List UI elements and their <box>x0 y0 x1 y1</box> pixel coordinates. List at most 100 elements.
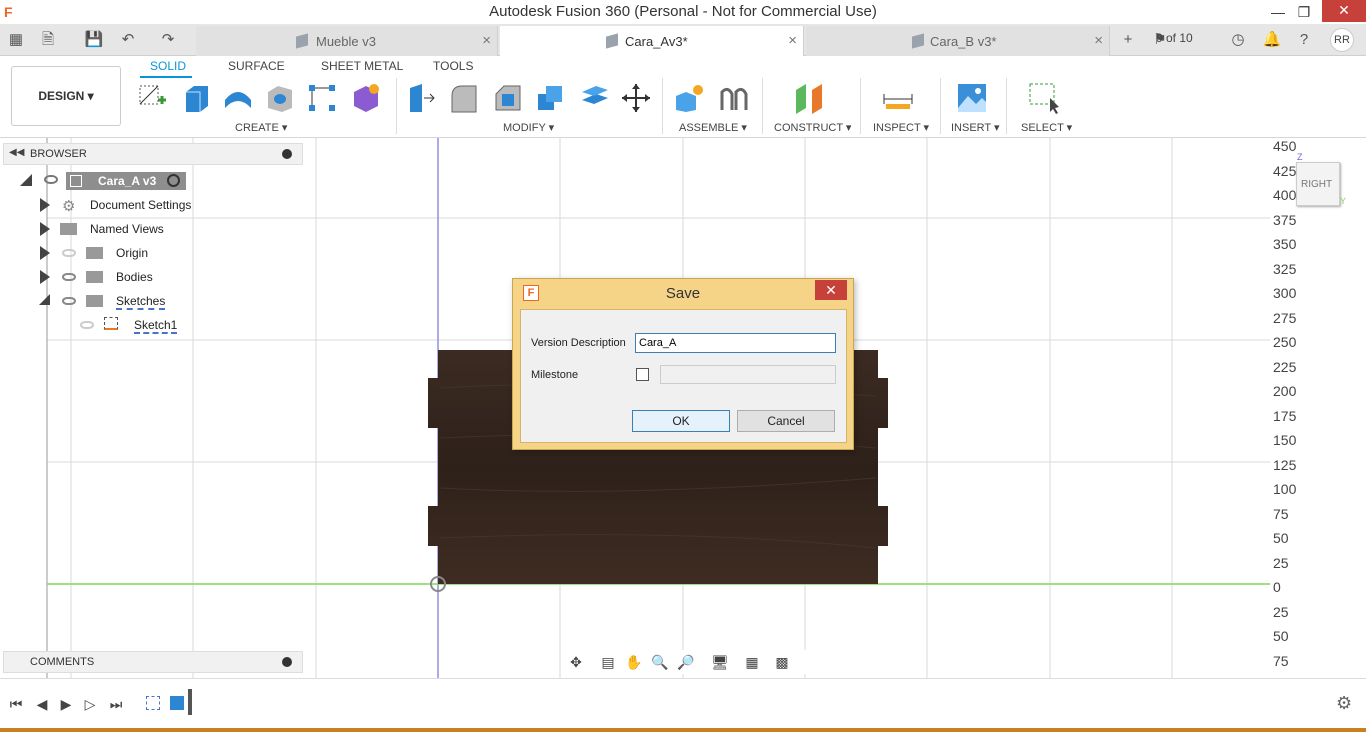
grid-settings-icon[interactable]: ▦ <box>742 653 762 671</box>
revolve-icon[interactable] <box>222 82 254 114</box>
tree-item-bodies[interactable]: Bodies <box>38 267 198 287</box>
tree-item-sketches[interactable]: Sketches <box>38 291 198 311</box>
viewports-icon[interactable]: ▩ <box>772 653 792 671</box>
offset-face-icon[interactable] <box>578 82 610 114</box>
hole-icon[interactable] <box>264 82 296 114</box>
combine-icon[interactable] <box>534 82 566 114</box>
orbit-icon[interactable]: ✥ <box>566 653 586 671</box>
expand-triangle-icon[interactable] <box>40 270 50 284</box>
milestone-checkbox[interactable] <box>636 368 649 381</box>
tree-item-document-settings[interactable]: ⚙ Document Settings <box>38 195 198 215</box>
pattern-icon[interactable] <box>306 82 338 114</box>
tab-sheet-metal[interactable]: SHEET METAL <box>321 59 403 73</box>
modify-group-label[interactable]: MODIFY ▾ <box>503 121 554 134</box>
timeline-settings-gear-icon[interactable]: ⚙ <box>1336 693 1352 714</box>
expand-triangle-icon[interactable] <box>40 198 50 212</box>
tree-item-sketch1[interactable]: Sketch1 <box>72 315 192 335</box>
fit-zoom-icon[interactable]: 🔎 <box>676 653 696 671</box>
timeline-sketch-icon[interactable] <box>146 696 160 710</box>
fillet-icon[interactable] <box>448 82 480 114</box>
step-forward-icon[interactable]: ▷ <box>82 695 98 713</box>
ruler-tick-label: 400 <box>1273 187 1297 203</box>
cancel-button[interactable]: Cancel <box>737 410 835 432</box>
assemble-group-label[interactable]: ASSEMBLE ▾ <box>679 121 747 134</box>
hidden-eye-icon[interactable] <box>80 321 94 329</box>
press-pull-icon[interactable] <box>404 82 436 114</box>
collapse-browser-icon[interactable]: ◀◀ <box>9 147 24 158</box>
milestone-label: Milestone <box>531 369 579 381</box>
version-description-input[interactable] <box>635 333 836 353</box>
add-comment-icon[interactable] <box>282 657 292 667</box>
collapse-triangle-icon[interactable] <box>39 294 50 305</box>
create-group-label[interactable]: CREATE ▾ <box>235 121 287 134</box>
play-icon[interactable]: ▶ <box>58 695 74 713</box>
go-to-start-icon[interactable]: ⏮ <box>8 695 24 713</box>
go-to-end-icon[interactable]: ⏭ <box>108 695 124 713</box>
new-component-icon[interactable] <box>674 82 706 114</box>
visibility-eye-icon[interactable] <box>62 273 76 281</box>
create-sketch-icon[interactable] <box>136 82 168 114</box>
tab-solid[interactable]: SOLID <box>150 59 186 73</box>
tab-close-icon[interactable]: × <box>1094 32 1103 49</box>
hidden-eye-icon[interactable] <box>62 249 76 257</box>
inspect-group-label[interactable]: INSPECT ▾ <box>873 121 929 134</box>
measure-icon[interactable] <box>882 82 914 114</box>
redo-icon[interactable]: ↷ <box>158 30 178 50</box>
chamfer-icon[interactable] <box>492 82 524 114</box>
insert-canvas-icon[interactable] <box>956 82 988 114</box>
expand-triangle-icon[interactable] <box>40 222 50 236</box>
job-counter[interactable]: 9 of 10 <box>1156 31 1193 45</box>
minimize-browser-icon[interactable] <box>282 149 292 159</box>
timeline-marker[interactable] <box>188 689 192 715</box>
expand-triangle-icon[interactable] <box>40 246 50 260</box>
tree-item-origin[interactable]: Origin <box>38 243 198 263</box>
tab-close-icon[interactable]: × <box>482 32 491 49</box>
tree-item-named-views[interactable]: Named Views <box>38 219 198 239</box>
offset-plane-icon[interactable] <box>794 82 826 114</box>
workspace-switcher[interactable]: DESIGN ▾ <box>11 66 121 126</box>
tab-close-icon[interactable]: × <box>788 32 797 49</box>
pan-hand-icon[interactable]: ✋ <box>624 653 644 671</box>
look-at-icon[interactable]: ▤ <box>598 653 618 671</box>
new-tab-plus-icon[interactable]: + <box>1118 30 1138 50</box>
joint-icon[interactable] <box>718 82 750 114</box>
display-settings-icon[interactable]: 🖥 <box>710 653 730 671</box>
tab-tools[interactable]: TOOLS <box>433 59 473 73</box>
collapse-triangle-icon[interactable] <box>20 174 32 186</box>
visibility-eye-icon[interactable] <box>62 297 76 305</box>
extrude-icon[interactable] <box>180 82 212 114</box>
ok-button[interactable]: OK <box>632 410 730 432</box>
notifications-bell-icon[interactable]: 🔔 <box>1262 30 1282 50</box>
tab-surface[interactable]: SURFACE <box>228 59 285 73</box>
window-select-icon[interactable] <box>1028 82 1060 114</box>
dialog-close-button[interactable]: ✕ <box>815 280 847 300</box>
tab-mueble[interactable]: Mueble v3 × <box>196 26 498 56</box>
help-icon[interactable]: ? <box>1294 30 1314 50</box>
tab-cara-b[interactable]: Cara_B v3* × <box>806 26 1110 56</box>
component-icon <box>606 33 618 49</box>
construct-group-label[interactable]: CONSTRUCT ▾ <box>774 121 851 134</box>
file-menu-icon[interactable]: 🗎 <box>38 30 58 50</box>
tree-root-cara-a[interactable]: Cara_A v3 <box>18 171 193 191</box>
maximize-button[interactable]: ❐ <box>1290 2 1318 22</box>
clock-icon[interactable]: ◷ <box>1228 30 1248 50</box>
close-window-button[interactable]: ✕ <box>1322 0 1366 22</box>
zoom-icon[interactable]: 🔍 <box>650 653 670 671</box>
undo-icon[interactable]: ↶ <box>118 30 138 50</box>
save-icon[interactable]: 💾 <box>84 30 104 50</box>
create-form-icon[interactable] <box>350 82 382 114</box>
ruler-tick-label: 425 <box>1273 162 1297 179</box>
separator <box>940 78 941 134</box>
user-avatar[interactable]: RR <box>1330 28 1354 52</box>
tab-cara-a[interactable]: Cara_Av3* × <box>500 26 804 56</box>
minimize-button[interactable]: — <box>1264 2 1292 22</box>
view-cube[interactable]: RIGHT <box>1296 162 1340 206</box>
visibility-eye-icon[interactable] <box>44 175 58 184</box>
insert-group-label[interactable]: INSERT ▾ <box>951 121 1000 134</box>
select-group-label[interactable]: SELECT ▾ <box>1021 121 1072 134</box>
move-icon[interactable] <box>620 82 652 114</box>
data-panel-grid-icon[interactable]: ▦ <box>6 30 26 50</box>
step-back-icon[interactable]: ◀ <box>34 695 50 713</box>
activate-radio-icon[interactable] <box>167 174 180 187</box>
timeline-extrude-icon[interactable] <box>170 696 184 710</box>
